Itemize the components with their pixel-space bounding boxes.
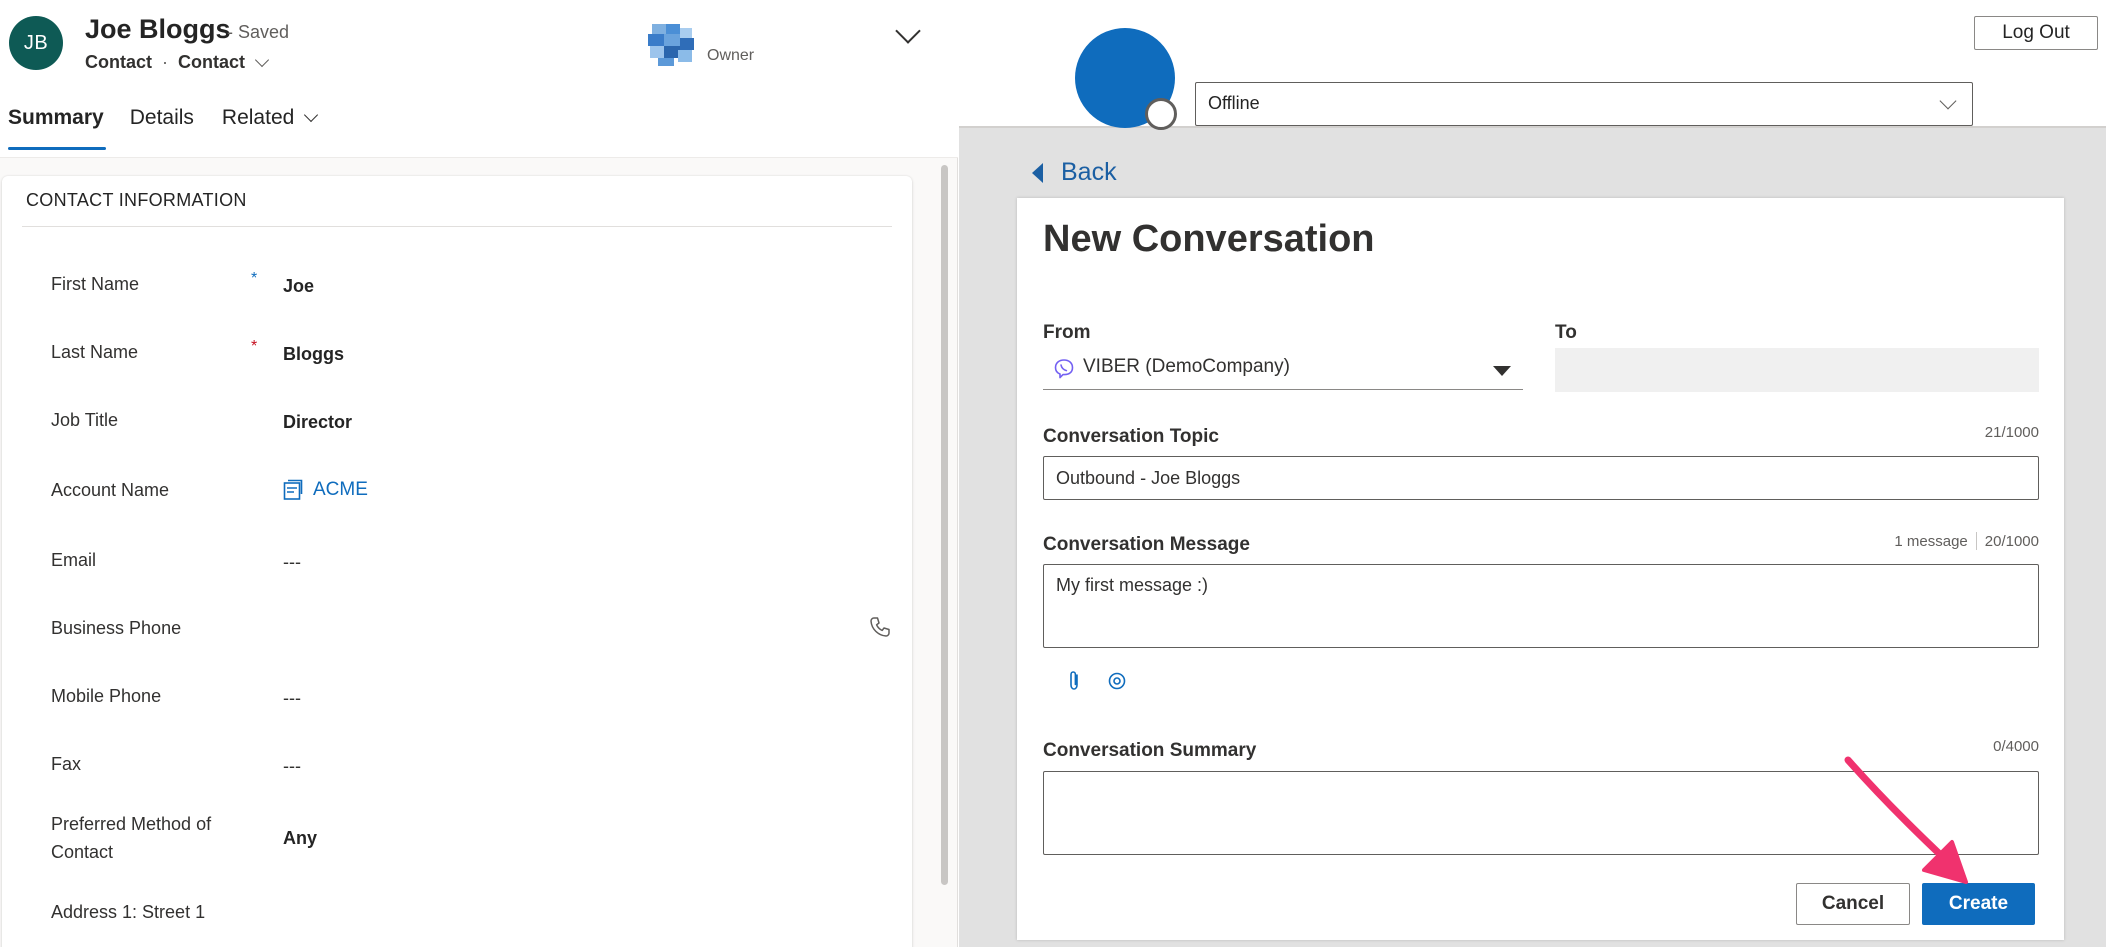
account-lookup-link[interactable]: ACME <box>283 476 368 504</box>
from-label: From <box>1043 322 1091 343</box>
paperclip-icon[interactable] <box>1067 670 1081 692</box>
to-field <box>1555 348 2039 392</box>
record-header: JB Joe Bloggs - Saved Contact · Contact … <box>0 0 958 158</box>
field-account-name: Account Name ACME <box>51 476 891 516</box>
field-label: Business Phone <box>51 618 182 638</box>
page-title: New Conversation <box>1043 218 1375 260</box>
status-value: Offline <box>1208 93 1260 113</box>
summary-label: Conversation Summary <box>1043 740 1257 761</box>
save-status: - Saved <box>227 22 290 42</box>
field-label: Job Title <box>51 410 119 430</box>
field-label: Preferred Method of Contact <box>51 814 212 862</box>
summary-char-counter: 0/4000 <box>1993 738 2039 755</box>
required-indicator: * <box>251 338 258 355</box>
tab-related[interactable]: Related <box>214 104 324 150</box>
record-tabs: Summary Details Related <box>0 104 324 150</box>
tab-details[interactable]: Details <box>122 104 202 150</box>
owner-label: Owner <box>707 47 755 64</box>
divider <box>22 226 892 227</box>
field-label: First Name <box>51 274 140 294</box>
field-label: Email <box>51 550 97 570</box>
account-name-value[interactable]: ACME <box>313 476 368 504</box>
job-title-input[interactable]: Director <box>283 408 352 436</box>
target-icon[interactable] <box>1107 671 1127 691</box>
message-counters: 1 message 20/1000 <box>1894 532 2039 550</box>
message-value: My first message :) <box>1056 575 1209 595</box>
first-name-input[interactable]: Joe <box>283 272 314 300</box>
field-job-title: Job Title Director <box>51 406 891 446</box>
breadcrumb-separator: · <box>162 52 168 72</box>
record-entity-breadcrumb: Contact · Contact <box>85 52 270 73</box>
field-last-name: Last Name * Bloggs <box>51 338 891 378</box>
divider <box>1975 532 1977 550</box>
fax-input[interactable]: --- <box>283 752 301 780</box>
from-channel-select[interactable]: VIBER (DemoCompany) <box>1043 348 1523 390</box>
topic-label: Conversation Topic <box>1043 426 1219 447</box>
message-label: Conversation Message <box>1043 534 1250 555</box>
field-first-name: First Name * Joe <box>51 270 891 310</box>
record-title: Joe Bloggs <box>85 14 231 44</box>
tab-summary[interactable]: Summary <box>0 104 112 150</box>
to-label: To <box>1555 322 1577 343</box>
email-input[interactable]: --- <box>283 548 301 576</box>
avatar: JB <box>9 16 63 70</box>
field-label: Last Name <box>51 342 139 362</box>
expand-header-chevron-icon[interactable] <box>895 18 921 44</box>
topic-char-counter: 21/1000 <box>1984 424 2039 441</box>
presence-status-icon <box>1145 98 1177 130</box>
chevron-down-icon <box>1939 92 1957 110</box>
field-label: Fax <box>51 754 82 774</box>
tab-label: Related <box>221 106 295 129</box>
field-label: Account Name <box>51 480 170 500</box>
last-name-input[interactable]: Bloggs <box>283 340 344 368</box>
conversation-topic-input[interactable]: Outbound - Joe Bloggs <box>1043 456 2039 500</box>
field-label: Address 1: Street 1 <box>51 902 206 922</box>
conversation-message-textarea[interactable]: My first message :) <box>1043 564 2039 648</box>
chevron-down-icon[interactable] <box>254 52 270 67</box>
topic-value: Outbound - Joe Bloggs <box>1056 468 1241 488</box>
field-address-street-1: Address 1: Street 1 <box>51 898 891 938</box>
from-value: VIBER (DemoCompany) <box>1083 356 1290 377</box>
scrollbar[interactable] <box>941 165 948 885</box>
presence-status-select[interactable]: Offline <box>1195 82 1973 126</box>
entity-name: Contact <box>85 52 152 72</box>
field-email: Email --- <box>51 546 891 586</box>
phone-icon[interactable] <box>869 616 891 638</box>
field-fax: Fax --- <box>51 750 891 790</box>
tab-label: Details <box>129 106 194 129</box>
form-selector[interactable]: Contact <box>178 52 245 73</box>
chevron-down-icon <box>304 107 319 123</box>
section-title: CONTACT INFORMATION <box>26 190 247 210</box>
tab-label: Summary <box>8 106 104 129</box>
message-count: 1 message <box>1894 532 1968 550</box>
callout-arrow-icon <box>1844 756 1968 884</box>
recommended-indicator: * <box>251 270 258 287</box>
agent-status-bar: Offline Log Out <box>959 0 2106 130</box>
preferred-method-select[interactable]: Any <box>283 824 317 852</box>
message-char-counter: 20/1000 <box>1984 532 2039 550</box>
field-business-phone: Business Phone <box>51 614 891 654</box>
back-link[interactable]: Back <box>1032 158 1117 187</box>
account-icon <box>283 479 303 500</box>
owner-avatar-icon <box>648 24 698 68</box>
contact-information-section: CONTACT INFORMATION First Name * Joe Las… <box>2 176 912 947</box>
field-label: Mobile Phone <box>51 686 162 706</box>
viber-icon <box>1054 359 1074 379</box>
field-preferred-method-of-contact: Preferred Method of Contact Any <box>51 810 891 870</box>
mobile-phone-input[interactable]: --- <box>283 684 301 712</box>
field-mobile-phone: Mobile Phone --- <box>51 682 891 722</box>
log-out-button[interactable]: Log Out <box>1974 16 2098 50</box>
message-toolbar <box>1067 670 1127 692</box>
back-arrow-icon <box>1032 162 1043 183</box>
caret-down-icon <box>1493 366 1511 376</box>
contact-record-pane: JB Joe Bloggs - Saved Contact · Contact … <box>0 0 958 947</box>
back-label: Back <box>1061 158 1117 186</box>
